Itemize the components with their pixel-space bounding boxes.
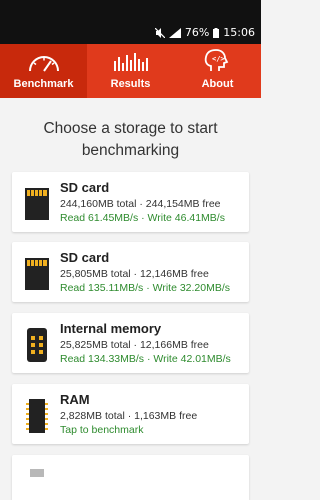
storage-title: RAM [60,392,90,407]
storage-card-sd-1[interactable]: SD card 244,160MB total · 244,154MB free… [12,172,249,232]
tab-about[interactable]: </> About [174,44,261,98]
tab-bar: Benchmark Results </> About [0,44,261,98]
storage-card-ram[interactable]: RAM 2,828MB total · 1,163MB free Tap to … [12,384,249,444]
head-code-icon: </> [204,49,228,71]
storage-speed: Read 135.11MB/s · Write 32.20MB/s [60,282,231,294]
tab-label: Results [110,78,151,90]
storage-card-partial[interactable] [12,455,249,500]
storage-card-sd-2[interactable]: SD card 25,805MB total · 12,146MB free R… [12,242,249,302]
storage-title: SD card [60,180,110,195]
chip-icon [27,328,47,362]
storage-info: 244,160MB total · 244,154MB free [60,198,221,210]
sd-card-icon [25,258,49,290]
tab-label: Benchmark [13,78,74,90]
storage-info: 2,828MB total · 1,163MB free [60,410,198,422]
mute-icon [154,27,165,38]
storage-title: Internal memory [60,321,162,336]
usb-drive-icon [30,469,44,477]
speedometer-icon [28,56,59,72]
status-bar: 76% 15:06 [0,0,261,44]
storage-speed: Tap to benchmark [60,424,144,436]
svg-text:</>: </> [212,55,225,63]
ram-icon [26,399,48,433]
storage-info: 25,805MB total · 12,146MB free [60,268,209,280]
status-icons: 76% 15:06 [154,26,255,39]
sd-card-icon [25,188,49,220]
storage-speed: Read 61.45MB/s · Write 46.41MB/s [60,212,225,224]
bar-graph-icon [113,53,148,71]
battery-icon [213,27,220,38]
battery-percent: 76% [184,26,210,39]
tab-results[interactable]: Results [87,44,174,98]
page-heading: Choose a storage to start benchmarking [43,120,218,159]
storage-speed: Read 134.33MB/s · Write 42.01MB/s [60,353,231,365]
tab-label: About [201,78,234,90]
storage-info: 25,825MB total · 12,166MB free [60,339,209,351]
storage-title: SD card [60,250,110,265]
tab-benchmark[interactable]: Benchmark [0,44,87,98]
clock: 15:06 [223,26,255,39]
storage-card-internal[interactable]: Internal memory 25,825MB total · 12,166M… [12,313,249,373]
signal-icon [168,27,181,38]
